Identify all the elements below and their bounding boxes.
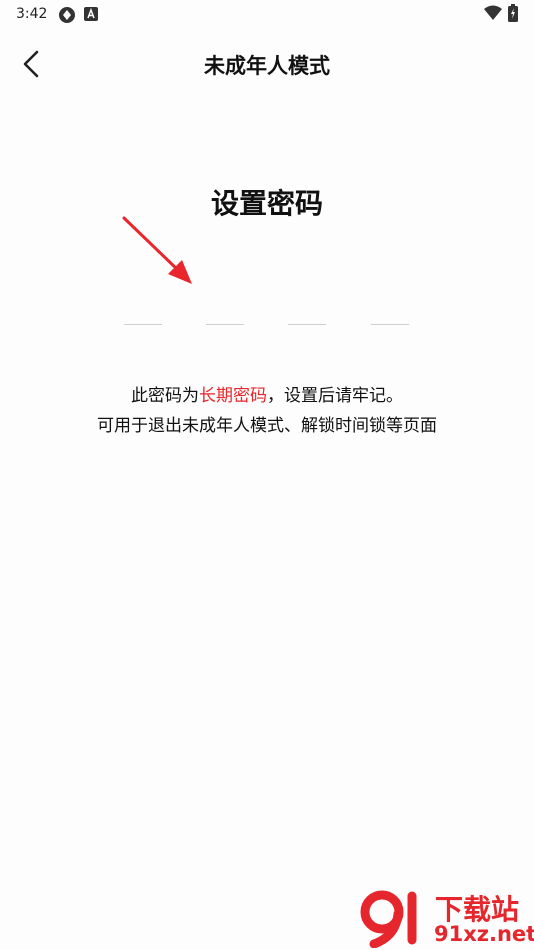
battery-charging-icon bbox=[508, 4, 518, 26]
pin-digit-3[interactable] bbox=[288, 300, 326, 325]
long-term-password-highlight: 长期密码 bbox=[199, 386, 267, 406]
pin-digit-4[interactable] bbox=[371, 300, 409, 325]
status-bar: 3:42 bbox=[0, 0, 534, 28]
description-suffix: ，设置后请牢记。 bbox=[267, 386, 403, 406]
set-password-heading: 设置密码 bbox=[210, 187, 323, 220]
annotation-arrow-icon bbox=[122, 216, 192, 284]
description-line-2: 可用于退出未成年人模式、解锁时间锁等页面 bbox=[97, 416, 437, 436]
page-title: 未成年人模式 bbox=[204, 54, 330, 78]
watermark-91-logo-icon bbox=[360, 890, 417, 948]
sync-icon bbox=[58, 6, 76, 28]
pin-digit-2[interactable] bbox=[206, 300, 244, 325]
wifi-icon bbox=[484, 5, 502, 25]
watermark-url: 91xz.net bbox=[434, 922, 534, 946]
description-prefix: 此密码为 bbox=[131, 386, 199, 406]
pin-digit-1[interactable] bbox=[124, 300, 162, 325]
status-time: 3:42 bbox=[16, 6, 48, 22]
description-line-1: 此密码为长期密码，设置后请牢记。 bbox=[0, 381, 534, 406]
top-bar: 未成年人模式 bbox=[0, 36, 534, 92]
pin-input-row bbox=[0, 300, 534, 330]
watermark-logo: 下载站 91xz.net bbox=[360, 888, 534, 948]
font-a-icon bbox=[84, 6, 98, 26]
